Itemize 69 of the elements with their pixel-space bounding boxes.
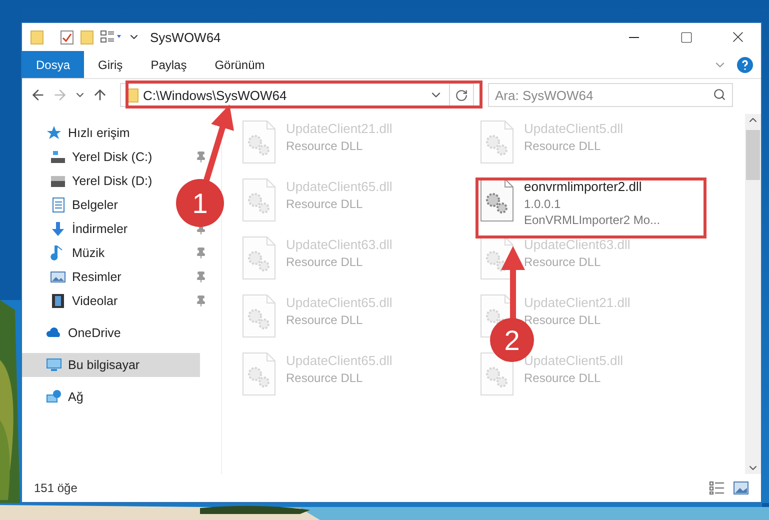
sidebar-item[interactable]: İndirmeler (22, 217, 134, 241)
pc-icon (46, 357, 62, 373)
gear-file-icon (242, 178, 276, 222)
item-count: 151 öğe (34, 481, 78, 495)
search-icon (713, 88, 726, 101)
drive-icon (50, 173, 66, 189)
gear-file-icon (480, 352, 514, 396)
refresh-icon[interactable] (455, 88, 468, 102)
pin-icon[interactable] (195, 247, 207, 259)
large-icons-view-icon[interactable] (733, 481, 749, 495)
file-detail: Resource DLL (286, 196, 364, 212)
gear-file-icon (480, 236, 514, 280)
sidebar-item[interactable]: Yerel Disk (C:) (22, 145, 158, 169)
sidebar-item[interactable]: Müzik (22, 241, 111, 265)
gear-file-icon (242, 294, 276, 338)
ribbon-tab[interactable]: Dosya (22, 51, 84, 78)
search-field[interactable]: Ara: SysWOW64 (488, 83, 733, 107)
gear-file-icon (480, 120, 514, 164)
properties-icon[interactable] (60, 29, 74, 45)
pictures-icon (50, 269, 66, 285)
ribbon-tab[interactable]: Paylaş (136, 51, 201, 78)
sidebar-item[interactable]: OneDrive (22, 321, 127, 345)
view-list-icon[interactable] (100, 29, 122, 45)
gear-file-icon (242, 120, 276, 164)
file-detail: Resource DLL (524, 370, 602, 386)
gear-file-icon (480, 178, 514, 222)
file-detail: Resource DLL (524, 312, 602, 328)
details-view-icon[interactable] (709, 481, 725, 495)
address-path: C:\Windows\SysWOW64 (143, 88, 288, 102)
file-detail: Resource DLL (286, 254, 364, 270)
sidebar-item[interactable]: Hızlı erişim (22, 121, 136, 145)
step-badge: 1 (176, 179, 224, 227)
pin-icon[interactable] (195, 295, 207, 307)
gear-file-icon (242, 352, 276, 396)
sidebar-item[interactable]: Videolar (22, 289, 124, 313)
star-icon (46, 125, 62, 141)
sidebar-item[interactable]: Yerel Disk (D:) (22, 169, 158, 193)
scroll-thumb[interactable] (746, 130, 760, 180)
folder-icon (30, 29, 44, 45)
file-name[interactable]: eonvrmlimporter2.dll (524, 178, 660, 196)
ribbon-tab[interactable]: Giriş (84, 51, 137, 78)
file-detail: Resource DLL (524, 254, 602, 270)
back-button[interactable] (30, 87, 46, 103)
file-detail: 1.0.0.1 (524, 196, 562, 212)
docs-icon (50, 197, 66, 213)
file-detail: Resource DLL (286, 370, 364, 386)
windrive-icon (50, 149, 66, 165)
download-icon (50, 221, 66, 237)
sidebar-item[interactable]: Resimler (22, 265, 128, 289)
maximize-icon (680, 30, 692, 44)
file-detail: EonVRMLImporter2 Mo... (524, 212, 660, 228)
pin-icon[interactable] (195, 151, 207, 163)
minimize-icon (629, 36, 639, 38)
address-bar[interactable]: C:\Windows\SysWOW64 (120, 83, 474, 107)
file-detail: Resource DLL (524, 138, 602, 154)
window-title: SysWOW64 (150, 30, 222, 44)
scrollbar[interactable] (745, 114, 761, 474)
pin-icon[interactable] (195, 271, 207, 283)
gear-file-icon (242, 236, 276, 280)
videos-icon (50, 293, 66, 309)
help-icon[interactable] (737, 56, 753, 72)
network-icon (46, 389, 62, 405)
ribbon-tab[interactable]: Görünüm (200, 51, 279, 78)
file-detail: Resource DLL (286, 138, 364, 154)
file-detail: Resource DLL (286, 312, 364, 328)
sidebar-item[interactable]: Ağ (22, 385, 90, 409)
up-button[interactable] (92, 87, 108, 103)
sidebar-item[interactable]: Bu bilgisayar (22, 353, 200, 377)
sidebar-item[interactable]: Belgeler (22, 193, 124, 217)
